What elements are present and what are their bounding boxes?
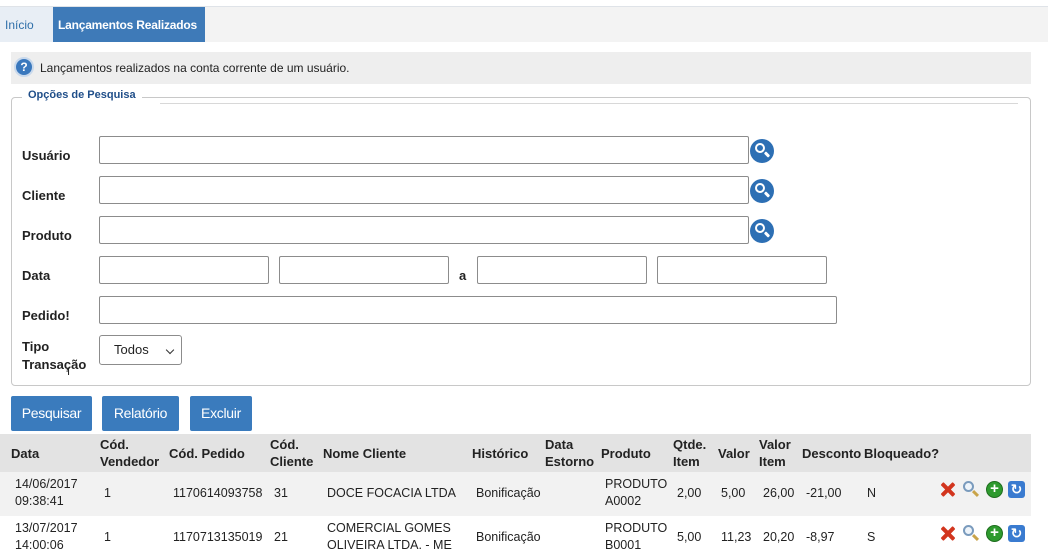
cell-historico: Bonificação [476, 486, 541, 500]
produto-search-icon[interactable] [750, 219, 774, 243]
pedido-label: Pedido! [22, 308, 70, 323]
cell-cod-vendedor: 1 [104, 530, 111, 544]
cell-historico: Bonificação [476, 530, 541, 544]
cell-cod-pedido: 1170614093758 [173, 486, 263, 500]
view-icon[interactable] [962, 525, 980, 542]
cliente-input[interactable] [99, 176, 749, 204]
data-from-time-input[interactable] [279, 256, 449, 284]
header-cod-vendedor-1: Cód. [100, 437, 129, 452]
delete-icon[interactable] [939, 481, 956, 498]
data-to-time-input[interactable] [657, 256, 827, 284]
header-valor: Valor [718, 446, 750, 461]
tipo-transacao-select[interactable]: Todos [99, 335, 182, 365]
cell-nome-cliente-line1: COMERCIAL GOMES [327, 521, 451, 535]
data-label: Data [22, 268, 51, 283]
tab-inicio[interactable]: Início [0, 7, 53, 42]
info-bar: ? Lançamentos realizados na conta corren… [11, 52, 1031, 84]
view-icon[interactable] [962, 481, 980, 498]
chevron-down-icon [165, 345, 175, 355]
header-cod-vendedor-2: Vendedor [100, 454, 160, 469]
relatorio-button[interactable]: Relatório [102, 396, 179, 431]
header-qtde-item-1: Qtde. [673, 437, 707, 452]
cell-valor: 11,23 [721, 530, 752, 544]
legend-divider [160, 103, 1018, 104]
header-desconto: Desconto [802, 446, 862, 461]
cell-valor-item: 20,20 [763, 530, 795, 544]
header-valor-item-1: Valor [759, 437, 791, 452]
cell-desconto: -8,97 [806, 530, 835, 544]
help-icon: ? [14, 57, 34, 77]
pedido-input[interactable] [99, 296, 837, 324]
header-data-estorno-1: Data [545, 437, 574, 452]
cell-cod-cliente: 21 [274, 530, 288, 544]
cell-cod-cliente: 31 [274, 486, 288, 500]
cell-data-time: 14:00:06 [15, 538, 64, 552]
refresh-icon[interactable]: ↻ [1008, 481, 1025, 498]
tipo-transacao-label-2: Transação [22, 357, 87, 372]
cell-valor: 5,00 [721, 486, 746, 500]
cell-qtde-item: 2,00 [677, 486, 702, 500]
table-row: 14/06/2017 09:38:41 1 1170614093758 31 D… [0, 472, 1031, 516]
cell-desconto: -21,00 [806, 486, 842, 500]
header-cod-cliente-2: Cliente [270, 454, 314, 469]
header-nome-cliente: Nome Cliente [323, 446, 407, 461]
header-valor-item-2: Item [759, 454, 786, 469]
text-cursor-icon: I [67, 366, 71, 378]
tab-bar: Início Lançamentos Realizados [0, 7, 1048, 42]
refresh-icon[interactable]: ↻ [1008, 525, 1025, 542]
tipo-transacao-label-1: Tipo [22, 339, 50, 354]
tab-lancamentos-realizados[interactable]: Lançamentos Realizados [53, 7, 205, 42]
header-produto: Produto [601, 446, 651, 461]
cell-produto-line1: PRODUTO [605, 521, 668, 535]
header-bloqueado: Bloqueado? [864, 446, 940, 461]
usuario-input[interactable] [99, 136, 749, 164]
cell-produto-line2: A0002 [605, 494, 642, 508]
cliente-search-icon[interactable] [750, 179, 774, 203]
table-row: 13/07/2017 14:00:06 1 1170713135019 21 C… [0, 516, 1031, 560]
produto-label: Produto [22, 228, 72, 243]
date-range-separator: a [459, 268, 467, 283]
info-text: Lançamentos realizados na conta corrente… [40, 61, 350, 75]
data-from-date-input[interactable] [99, 256, 269, 284]
cell-cod-vendedor: 1 [104, 486, 111, 500]
usuario-search-icon[interactable] [750, 139, 774, 163]
tipo-transacao-selected: Todos [114, 342, 149, 357]
cell-cod-pedido: 1170713135019 [173, 530, 263, 544]
add-icon[interactable]: + [986, 525, 1003, 542]
cliente-label: Cliente [22, 188, 66, 203]
cell-valor-item: 26,00 [763, 486, 795, 500]
search-options-legend: Opções de Pesquisa [22, 89, 142, 101]
header-data: Data [11, 446, 40, 461]
header-historico: Histórico [472, 446, 529, 461]
delete-icon[interactable] [939, 525, 956, 542]
add-icon[interactable]: + [986, 481, 1003, 498]
header-data-estorno-2: Estorno [545, 454, 595, 469]
cell-data-date: 13/07/2017 [15, 521, 78, 535]
pesquisar-button[interactable]: Pesquisar [11, 396, 92, 431]
cell-produto-line2: B0001 [605, 538, 642, 552]
produto-input[interactable] [99, 216, 749, 244]
excluir-button[interactable]: Excluir [190, 396, 252, 431]
cell-bloqueado: S [867, 530, 876, 544]
cell-qtde-item: 5,00 [677, 530, 702, 544]
header-cod-cliente-1: Cód. [270, 437, 299, 452]
data-to-date-input[interactable] [477, 256, 647, 284]
header-cod-pedido: Cód. Pedido [169, 446, 245, 461]
header-qtde-item-2: Item [673, 454, 700, 469]
table-header: Data Cód. Vendedor Cód. Pedido Cód. Clie… [0, 434, 1031, 472]
cell-nome-cliente-line2: OLIVEIRA LTDA. - ME [327, 538, 452, 552]
cell-bloqueado: N [867, 486, 877, 500]
cell-produto-line1: PRODUTO [605, 477, 668, 491]
cell-data-time: 09:38:41 [15, 494, 64, 508]
cell-nome-cliente: DOCE FOCACIA LTDA [327, 486, 456, 500]
cell-data-date: 14/06/2017 [15, 477, 78, 491]
usuario-label: Usuário [22, 148, 71, 163]
